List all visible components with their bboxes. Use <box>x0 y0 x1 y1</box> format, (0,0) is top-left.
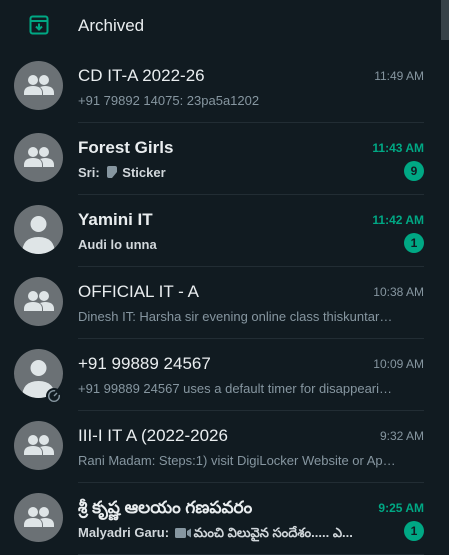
sticker-icon <box>107 166 118 178</box>
chat-name: OFFICIAL IT - A <box>78 282 199 301</box>
chat-row[interactable]: Yamini IT 11:42 AM Audi lo unna 1 <box>0 194 440 267</box>
preview-text: +91 99889 24567 uses a default timer for… <box>78 381 396 396</box>
chat-body: Forest Girls 11:43 AM Sri: Sticker 9 <box>78 122 424 195</box>
group-avatar-icon <box>24 507 54 527</box>
preview-sender: Malyadri Garu: <box>78 525 170 540</box>
unread-badge: 1 <box>404 233 424 253</box>
chat-body: Yamini IT 11:42 AM Audi lo unna 1 <box>78 194 424 267</box>
preview-text: Sticker <box>122 165 166 180</box>
group-avatar-icon <box>24 291 54 311</box>
timer-badge <box>46 388 62 404</box>
unread-badge: 1 <box>404 521 424 541</box>
chat-time: 10:38 AM <box>373 285 424 299</box>
chat-preview: Dinesh IT: Harsha sir evening online cla… <box>78 309 396 324</box>
chat-name: Forest Girls <box>78 138 174 157</box>
chat-row[interactable]: OFFICIAL IT - A 10:38 AM Dinesh IT: Harsha… <box>0 266 440 339</box>
chat-preview: +91 99889 24567 uses a default timer for… <box>78 381 396 396</box>
preview-text: +91 79892 14075: 23pa5a1202 <box>78 93 260 108</box>
chat-name: Yamini IT <box>78 210 153 229</box>
preview-sender: Sri: <box>78 165 100 180</box>
avatar[interactable] <box>14 421 63 470</box>
avatar[interactable] <box>14 493 63 542</box>
chat-body: +91 99889 24567 10:09 AM +91 99889 24567 u… <box>78 338 424 411</box>
chat-time: 11:43 AM <box>372 141 424 155</box>
chat-preview: +91 79892 14075: 23pa5a1202 <box>78 93 396 108</box>
unread-badge: 9 <box>404 161 424 181</box>
chat-time: 11:49 AM <box>374 69 424 83</box>
chat-row[interactable]: Forest Girls 11:43 AM Sri: Sticker 9 <box>0 122 440 195</box>
chat-time: 9:32 AM <box>379 429 424 443</box>
archive-icon <box>29 15 49 35</box>
chat-body: శ్రీ కృష్ణ ఆలయం గణపవరం 9:25 AM Malyadri Ga… <box>78 482 424 555</box>
person-avatar-icon <box>22 216 55 254</box>
archived-label: Archived <box>78 16 145 35</box>
chat-preview: Audi lo unna <box>78 237 396 252</box>
scrollbar[interactable] <box>440 0 449 537</box>
avatar[interactable] <box>14 133 63 182</box>
chat-body: OFFICIAL IT - A 10:38 AM Dinesh IT: Harsha… <box>78 266 424 339</box>
chat-row[interactable]: III-I IT A (2022-2026 9:32 AM Rani Madam: … <box>0 410 440 483</box>
group-avatar-icon <box>24 75 54 95</box>
chat-row[interactable]: CD IT-A 2022-26 11:49 AM +91 79892 14075: … <box>0 50 440 123</box>
chat-preview: Malyadri Garu: మంచి విలువైన సందేశం..... … <box>78 525 396 544</box>
archived-row[interactable]: Archived <box>0 0 440 50</box>
preview-text: Dinesh IT: Harsha sir evening online cla… <box>78 309 396 324</box>
chat-time: 11:42 AM <box>372 213 424 227</box>
chat-time: 10:09 AM <box>373 357 424 371</box>
chat-name: CD IT-A 2022-26 <box>78 66 205 85</box>
chat-name: శ్రీ కృష్ణ ఆలయం గణపవరం <box>78 498 253 517</box>
chat-time: 9:25 AM <box>378 501 424 515</box>
preview-text: మంచి విలువైన సందేశం..... ఎ... <box>193 525 353 540</box>
preview-text: Audi lo unna <box>78 237 157 252</box>
chat-name: III-I IT A (2022-2026 <box>78 426 228 445</box>
chat-name: +91 99889 24567 <box>78 354 211 373</box>
avatar[interactable] <box>14 277 63 326</box>
avatar[interactable] <box>14 205 63 254</box>
chat-body: III-I IT A (2022-2026 9:32 AM Rani Madam: … <box>78 410 424 483</box>
chat-body: CD IT-A 2022-26 11:49 AM +91 79892 14075: … <box>78 50 424 123</box>
group-avatar-icon <box>24 147 54 167</box>
chat-row[interactable]: శ్రీ కృష్ణ ఆలయం గణపవరం 9:25 AM Malyadri Ga… <box>0 482 440 555</box>
avatar[interactable] <box>14 61 63 110</box>
chat-row[interactable]: +91 99889 24567 10:09 AM +91 99889 24567 u… <box>0 338 440 411</box>
chat-preview: Sri: Sticker <box>78 165 396 180</box>
video-icon <box>174 528 191 538</box>
group-avatar-icon <box>24 435 54 455</box>
preview-text: Rani Madam: Steps:1) visit DigiLocker We… <box>78 453 396 468</box>
scrollbar-thumb[interactable] <box>441 0 449 40</box>
chat-preview: Rani Madam: Steps:1) visit DigiLocker We… <box>78 453 396 468</box>
disappearing-timer-icon <box>47 389 61 403</box>
chat-list: CD IT-A 2022-26 11:49 AM +91 79892 14075: … <box>0 50 440 555</box>
